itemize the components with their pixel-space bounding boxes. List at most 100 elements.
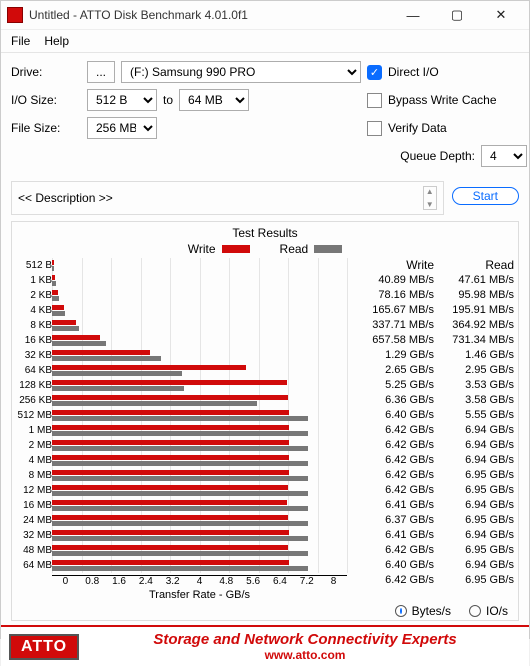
units-ios[interactable]: IO/s [469, 604, 508, 618]
ylabel: 256 KB [19, 393, 52, 408]
read-value: 195.91 MB/s [452, 303, 514, 318]
write-bar [52, 500, 287, 505]
x-axis-label: Transfer Rate - GB/s [52, 589, 347, 601]
read-value: 2.95 GB/s [465, 363, 514, 378]
results-title: Test Results [16, 226, 514, 240]
read-value: 3.58 GB/s [465, 393, 514, 408]
write-value: 5.25 GB/s [385, 378, 434, 393]
bypass-cache-label: Bypass Write Cache [388, 93, 497, 107]
bar-row [52, 333, 347, 348]
footer: ATTO Storage and Network Connectivity Ex… [1, 625, 529, 666]
write-bar [52, 290, 58, 295]
direct-io-checkbox[interactable]: ✓ [367, 65, 382, 80]
ylabel: 512 B [26, 258, 52, 273]
drive-select[interactable]: (F:) Samsung 990 PRO [121, 61, 361, 83]
results-table: Write40.89 MB/s78.16 MB/s165.67 MB/s337.… [354, 258, 514, 601]
bypass-cache-checkbox[interactable] [367, 93, 382, 108]
queue-depth-label: Queue Depth: [400, 149, 475, 163]
read-bar [52, 521, 308, 526]
bar-row [52, 318, 347, 333]
write-value: 6.42 GB/s [385, 543, 434, 558]
ylabel: 12 MB [23, 483, 52, 498]
direct-io-label: Direct I/O [388, 65, 439, 79]
maximize-button[interactable]: ▢ [435, 1, 479, 29]
app-icon [7, 7, 23, 23]
results-panel: Test Results Write Read 512 B1 KB2 KB4 K… [11, 221, 519, 621]
read-bar [52, 461, 308, 466]
read-value: 6.94 GB/s [465, 453, 514, 468]
xtick: 1.6 [106, 576, 133, 587]
bar-row [52, 303, 347, 318]
ylabel: 64 KB [25, 363, 52, 378]
io-to-label: to [163, 93, 173, 107]
write-bar [52, 305, 64, 310]
read-value: 6.94 GB/s [465, 558, 514, 573]
menu-file[interactable]: File [11, 34, 30, 48]
bar-row [52, 423, 347, 438]
menubar: File Help [1, 30, 529, 53]
write-value: 6.42 GB/s [385, 453, 434, 468]
ylabel: 128 KB [19, 378, 52, 393]
bar-row [52, 408, 347, 423]
ylabel: 32 KB [25, 348, 52, 363]
start-button[interactable]: Start [452, 187, 519, 205]
read-bar [52, 281, 56, 286]
bar-row [52, 258, 347, 273]
write-bar [52, 410, 289, 415]
read-value: 1.46 GB/s [465, 348, 514, 363]
queue-depth-select[interactable]: 4 [481, 145, 527, 167]
io-size-to[interactable]: 64 MB [179, 89, 249, 111]
read-bar [52, 371, 182, 376]
read-bar [52, 401, 257, 406]
write-bar [52, 425, 289, 430]
chart: 512 B1 KB2 KB4 KB8 KB16 KB32 KB64 KB128 … [16, 258, 347, 601]
write-bar [52, 380, 287, 385]
write-bar [52, 275, 55, 280]
read-value: 5.55 GB/s [465, 408, 514, 423]
write-value: 2.65 GB/s [385, 363, 434, 378]
write-bar [52, 560, 289, 565]
close-button[interactable]: ✕ [479, 1, 523, 29]
file-size-select[interactable]: 256 MB [87, 117, 157, 139]
description-spinner[interactable]: ▲▼ [423, 186, 437, 210]
units-bytes[interactable]: Bytes/s [395, 604, 451, 618]
ylabel: 2 KB [30, 288, 52, 303]
bar-row [52, 348, 347, 363]
read-value: 6.95 GB/s [465, 543, 514, 558]
io-size-from[interactable]: 512 B [87, 89, 157, 111]
write-value: 6.37 GB/s [385, 513, 434, 528]
read-bar [52, 416, 308, 421]
write-swatch [222, 245, 250, 253]
menu-help[interactable]: Help [44, 34, 69, 48]
ylabel: 64 MB [23, 558, 52, 573]
minimize-button[interactable]: — [391, 1, 435, 29]
radio-ios[interactable] [469, 605, 481, 617]
xtick: 7.2 [293, 576, 320, 587]
read-bar [52, 506, 308, 511]
read-bar [52, 431, 308, 436]
verify-data-label: Verify Data [388, 121, 447, 135]
ylabel: 8 MB [29, 468, 52, 483]
drive-browse-button[interactable]: ... [87, 61, 115, 83]
bar-row [52, 363, 347, 378]
bar-row [52, 498, 347, 513]
ylabel: 4 KB [30, 303, 52, 318]
write-value: 6.42 GB/s [385, 468, 434, 483]
description-field[interactable]: << Description >> ▲▼ [11, 181, 444, 215]
read-bar [52, 341, 106, 346]
write-value: 1.29 GB/s [385, 348, 434, 363]
read-bar [52, 551, 308, 556]
read-value: 6.95 GB/s [465, 483, 514, 498]
bar-row [52, 528, 347, 543]
write-bar [52, 395, 288, 400]
xtick: 0.8 [79, 576, 106, 587]
xtick: 3.2 [159, 576, 186, 587]
write-value: 6.42 GB/s [385, 438, 434, 453]
radio-bytes[interactable] [395, 605, 407, 617]
verify-data-checkbox[interactable] [367, 121, 382, 136]
write-bar [52, 440, 289, 445]
write-bar [52, 470, 289, 475]
bar-row [52, 558, 347, 573]
write-bar [52, 365, 246, 370]
write-value: 6.42 GB/s [385, 573, 434, 588]
